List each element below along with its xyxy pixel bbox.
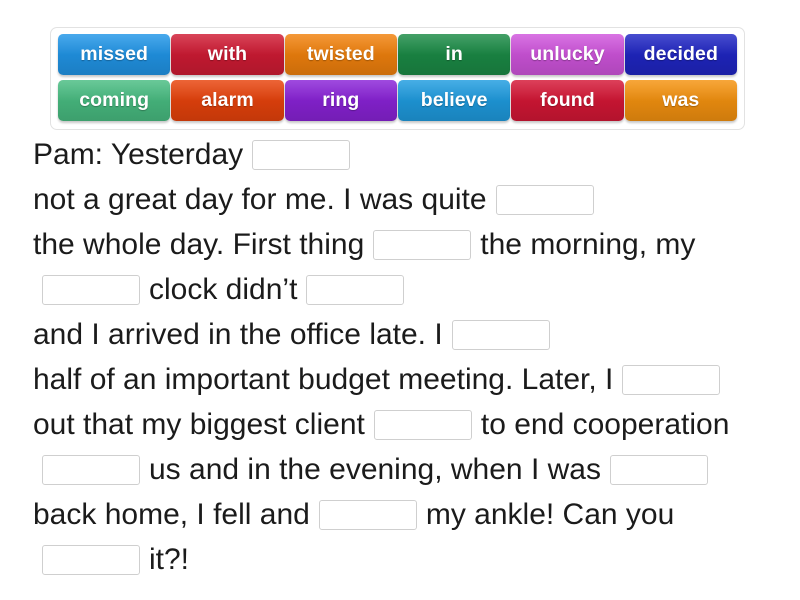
text-segment: to end cooperation — [480, 408, 730, 441]
drop-zone-2[interactable] — [495, 185, 594, 215]
text-segment: the whole day. First thing — [33, 228, 365, 261]
text-segment: not a great day for me. I was quite — [33, 183, 487, 216]
word-tile-coming[interactable]: coming — [58, 80, 171, 121]
word-bank-row: coming alarm ring believe found was — [58, 80, 737, 121]
text-segment: Pam: Yesterday — [33, 138, 244, 171]
drop-zone-11[interactable] — [318, 500, 417, 530]
drop-zone-8[interactable] — [373, 410, 472, 440]
drop-zone-4[interactable] — [42, 275, 140, 305]
word-tile-ring[interactable]: ring — [284, 80, 397, 121]
text-segment: out that my biggest client — [33, 408, 365, 441]
word-bank-panel: missed with twisted in unlucky decided coming a… — [50, 27, 745, 130]
drop-zone-3[interactable] — [373, 230, 472, 260]
text-segment: my ankle! Can you — [425, 498, 675, 531]
drop-zone-1[interactable] — [252, 140, 351, 170]
text-segment: it?! — [149, 543, 190, 576]
text-segment: half of an important budget meeting. Lat… — [33, 363, 614, 396]
text-segment: the morning, my — [480, 228, 696, 261]
word-tile-found[interactable]: found — [511, 80, 624, 121]
word-tile-twisted[interactable]: twisted — [284, 34, 397, 75]
word-tile-believe[interactable]: believe — [397, 80, 511, 121]
text-segment: us and in the evening, when I was — [149, 453, 601, 486]
text-segment: and I arrived in the office late. I — [33, 318, 443, 351]
drop-zone-5[interactable] — [306, 275, 405, 305]
drop-zone-9[interactable] — [42, 455, 140, 485]
word-bank-row: missed with twisted in unlucky decided — [58, 34, 737, 75]
word-tile-was[interactable]: was — [624, 80, 737, 121]
drop-zone-6[interactable] — [451, 320, 550, 350]
drop-zone-10[interactable] — [609, 455, 708, 485]
word-tile-missed[interactable]: missed — [58, 34, 171, 75]
text-segment: clock didn’t — [149, 273, 298, 306]
word-tile-unlucky[interactable]: unlucky — [511, 34, 624, 75]
word-tile-with[interactable]: with — [171, 34, 284, 75]
word-tile-alarm[interactable]: alarm — [171, 80, 284, 121]
word-tile-in[interactable]: in — [397, 34, 511, 75]
drop-zone-7[interactable] — [622, 365, 721, 395]
exercise-text: Pam: Yesterday not a great day for me. I … — [33, 132, 778, 582]
drop-zone-12[interactable] — [42, 545, 140, 575]
word-tile-decided[interactable]: decided — [624, 34, 737, 75]
text-segment: back home, I fell and — [33, 498, 310, 531]
